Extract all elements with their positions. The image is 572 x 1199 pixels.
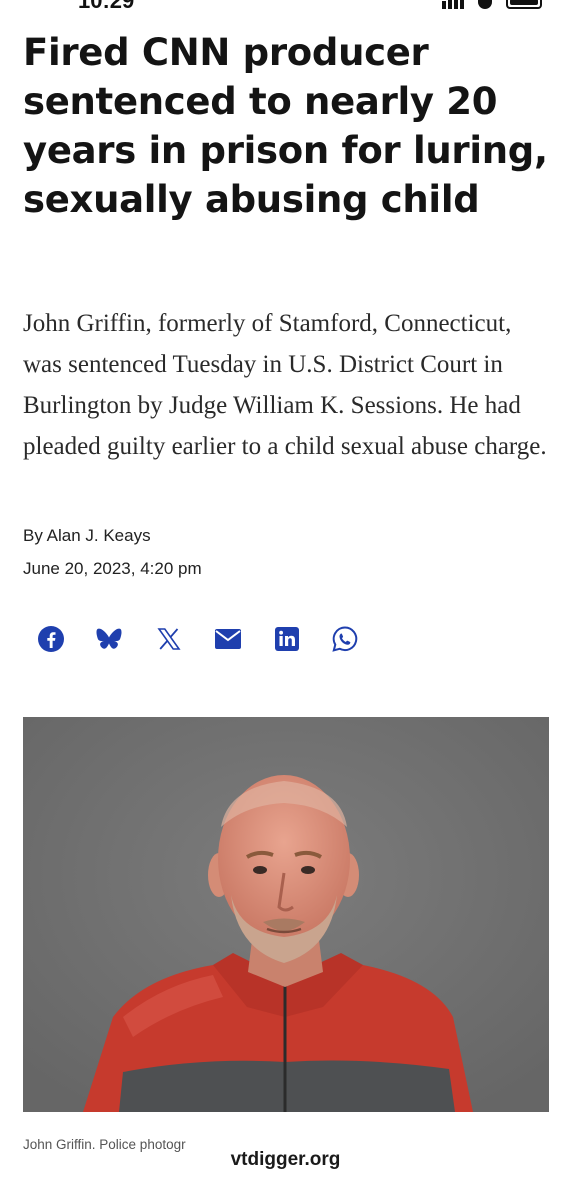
linkedin-share-button[interactable] bbox=[272, 624, 302, 654]
source-url-pill[interactable]: vtdigger.org bbox=[200, 1140, 371, 1180]
article-date: June 20, 2023, 4:20 pm bbox=[23, 559, 202, 578]
x-share-button[interactable] bbox=[154, 624, 184, 654]
article-byline[interactable]: By Alan J. Keays bbox=[23, 526, 151, 546]
wifi-icon bbox=[478, 0, 492, 9]
battery-icon bbox=[506, 0, 542, 9]
cellular-signal-icon bbox=[442, 0, 464, 9]
linkedin-icon bbox=[275, 627, 299, 651]
bluesky-share-button[interactable] bbox=[94, 624, 124, 654]
status-time: 10:29 bbox=[78, 0, 135, 13]
whatsapp-share-button[interactable] bbox=[330, 624, 360, 654]
photo-caption: John Griffin. Police photogr bbox=[23, 1137, 186, 1152]
article-photo[interactable] bbox=[23, 717, 549, 1112]
whatsapp-icon bbox=[332, 626, 358, 652]
mugshot-image bbox=[23, 717, 549, 1112]
x-icon bbox=[157, 628, 181, 650]
status-icons bbox=[442, 0, 542, 9]
facebook-icon bbox=[38, 626, 64, 652]
email-share-button[interactable] bbox=[213, 624, 243, 654]
article-dek: John Griffin, formerly of Stamford, Conn… bbox=[23, 310, 547, 460]
bluesky-icon bbox=[96, 628, 122, 649]
facebook-share-button[interactable] bbox=[36, 624, 66, 654]
article-headline: Fired CNN producer sentenced to nearly 2… bbox=[23, 31, 548, 221]
email-icon bbox=[215, 629, 241, 649]
status-bar: 10:29 bbox=[0, 0, 572, 14]
